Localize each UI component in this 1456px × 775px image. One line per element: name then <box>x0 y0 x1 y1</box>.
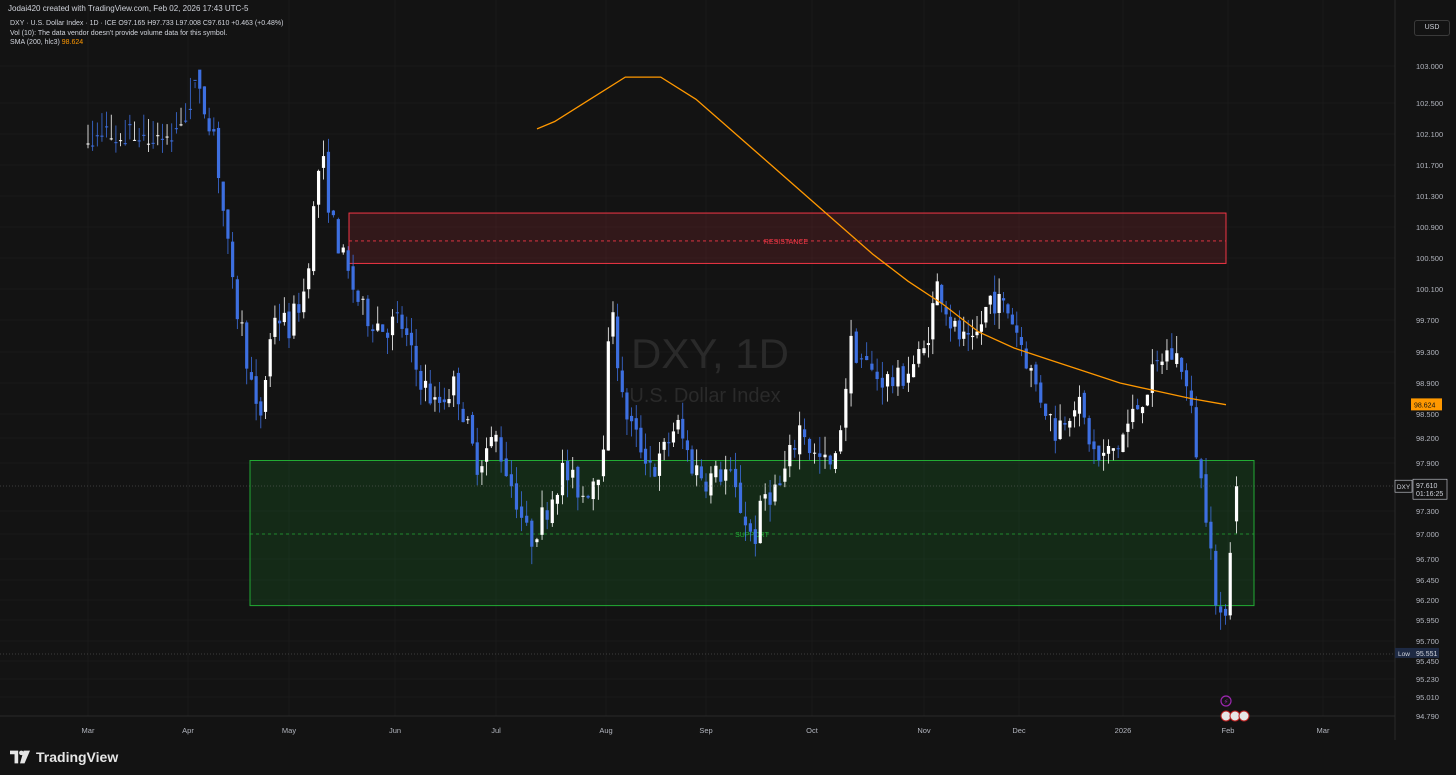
y-tick-label: 95.950 <box>1416 616 1439 625</box>
created-by-line: Jodai420 created with TradingView.com, F… <box>8 4 249 13</box>
candle <box>1121 432 1125 453</box>
x-tick-label: Mar <box>82 726 95 735</box>
svg-text:⚡: ⚡ <box>1224 698 1229 706</box>
x-tick-label: Feb <box>1222 726 1235 735</box>
y-tick-label: 96.200 <box>1416 596 1439 605</box>
candle <box>854 328 858 364</box>
candle <box>1214 544 1218 615</box>
candle <box>336 217 340 254</box>
brand-name: TradingView <box>36 749 119 765</box>
y-tick-label: 99.700 <box>1416 316 1439 325</box>
ohlc-values: O97.165 H97.733 L97.008 C97.610 +0.463 (… <box>118 20 284 27</box>
watermark-subtitle: U.S. Dollar Index <box>629 385 780 407</box>
y-tick-label: 100.500 <box>1416 254 1443 263</box>
y-tick-label: 95.230 <box>1416 675 1439 684</box>
y-tick-label: 94.790 <box>1416 712 1439 721</box>
footer <box>0 740 1456 775</box>
y-tick-label: 95.700 <box>1416 637 1439 646</box>
x-tick-label: Sep <box>699 726 712 735</box>
x-tick-label: Mar <box>1317 726 1330 735</box>
y-tick-label: 98.500 <box>1416 410 1439 419</box>
x-tick-label: Apr <box>182 726 194 735</box>
candle <box>470 411 475 446</box>
y-tick-label: 101.300 <box>1416 192 1443 201</box>
x-tick-label: 2026 <box>1115 726 1132 735</box>
support-label: SUPPORT <box>735 532 769 539</box>
price-chart[interactable]: DXY, 1D U.S. Dollar Index RESISTANCE SUPP… <box>0 0 1456 740</box>
last-price-value: 97.610 <box>1416 483 1438 490</box>
currency-button[interactable]: USD <box>1414 20 1450 36</box>
candle <box>758 495 762 544</box>
x-tick-label: Jul <box>491 726 501 735</box>
y-tick-label: 98.200 <box>1416 434 1439 443</box>
y-tick-label: 96.450 <box>1416 576 1439 585</box>
candle <box>202 86 207 119</box>
sma-label: SMA (200, hlc3) <box>10 39 60 46</box>
legend: DXY · U.S. Dollar Index · 1D · ICE O97.1… <box>10 19 283 48</box>
y-tick-label: 96.700 <box>1416 555 1439 564</box>
sma-price-value: 98.624 <box>1414 402 1436 409</box>
y-tick-label: 102.500 <box>1416 99 1443 108</box>
candle <box>312 201 316 276</box>
tradingview-logo-icon <box>10 750 30 764</box>
y-tick-label: 98.900 <box>1416 379 1439 388</box>
y-tick-label: 97.900 <box>1416 459 1439 468</box>
low-tag-label: Low <box>1398 651 1410 658</box>
y-tick-label: 103.000 <box>1416 62 1443 71</box>
flag-icon[interactable] <box>1238 710 1250 722</box>
tradingview-brand[interactable]: TradingView <box>10 749 118 765</box>
x-tick-label: Aug <box>599 726 612 735</box>
y-tick-label: 102.100 <box>1416 130 1443 139</box>
bar-countdown: 01:16:25 <box>1416 491 1443 498</box>
y-tick-label: 95.010 <box>1416 693 1439 702</box>
y-tick-label: 97.300 <box>1416 507 1439 516</box>
symbol-tag-label: DXY <box>1397 484 1411 491</box>
low-value: 95.551 <box>1416 651 1438 658</box>
y-tick-label: 100.900 <box>1416 223 1443 232</box>
x-tick-label: Dec <box>1012 726 1026 735</box>
candle <box>381 324 385 333</box>
y-tick-label: 100.100 <box>1416 285 1443 294</box>
sma-value: 98.624 <box>61 39 84 46</box>
y-tick-label: 99.300 <box>1416 348 1439 357</box>
sma-legend-row[interactable]: SMA (200, hlc3) 98.624 <box>10 38 283 48</box>
x-tick-label: Nov <box>917 726 931 735</box>
candle <box>901 363 905 390</box>
y-tick-label: 101.700 <box>1416 161 1443 170</box>
resistance-label: RESISTANCE <box>764 239 809 246</box>
symbol-line: DXY · U.S. Dollar Index · 1D · ICE <box>10 20 117 27</box>
x-tick-label: Jun <box>389 726 401 735</box>
x-tick-label: May <box>282 726 296 735</box>
volume-note: Vol (10): The data vendor doesn't provid… <box>10 29 228 37</box>
candle <box>606 327 610 451</box>
candle <box>1228 542 1232 620</box>
x-tick-label: Oct <box>806 726 819 735</box>
y-tick-label: 95.450 <box>1416 657 1439 666</box>
symbol-legend-row[interactable]: DXY · U.S. Dollar Index · 1D · ICE O97.1… <box>10 19 283 29</box>
candle <box>690 445 694 476</box>
y-tick-label: 97.000 <box>1416 530 1439 539</box>
candle <box>1145 394 1150 407</box>
watermark-title: DXY, 1D <box>631 330 789 377</box>
